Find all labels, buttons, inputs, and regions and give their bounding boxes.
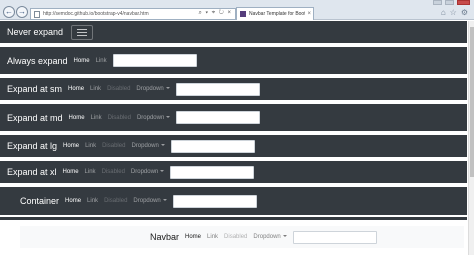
- maximize-button[interactable]: [445, 0, 454, 5]
- search-input[interactable]: [170, 165, 255, 179]
- forward-arrow-icon[interactable]: →: [16, 6, 28, 18]
- nav-link-disabled: Disabled: [102, 143, 126, 149]
- address-bar[interactable]: http://semdoc.github.io/bootstrap-v4/nav…: [30, 8, 236, 20]
- caret-down-icon: [165, 87, 170, 90]
- nav-dropdown-toggle[interactable]: Dropdown: [130, 169, 165, 175]
- navbar-light: Navbar Home Link Disabled Dropdown: [20, 226, 464, 248]
- nav-link[interactable]: Link: [87, 198, 98, 204]
- nav-link[interactable]: Link: [85, 143, 96, 149]
- navbar-expand-xl: Expand at xl Home Link Disabled Dropdown: [0, 161, 467, 183]
- nav-links: Home Link Disabled Dropdown: [185, 234, 293, 240]
- navbar-partial: [0, 217, 467, 220]
- browser-tab[interactable]: Navbar Template for Boots... ×: [236, 7, 314, 20]
- navbar-never-expand: Never expand: [0, 21, 467, 43]
- nav-link-disabled: Disabled: [104, 198, 128, 204]
- caret-down-icon: [160, 144, 165, 147]
- navbar-expand-md: Expand at md Home Link Disabled Dropdown: [0, 104, 467, 131]
- navbar-brand[interactable]: Never expand: [7, 27, 63, 37]
- nav-link[interactable]: Link: [90, 86, 101, 92]
- navbar-container: Container Home Link Disabled Dropdown: [0, 187, 467, 215]
- search-input[interactable]: [112, 54, 197, 67]
- nav-links: Home Link Disabled Dropdown: [69, 115, 177, 121]
- address-url: http://semdoc.github.io/bootstrap-v4/nav…: [43, 11, 149, 17]
- page-content: Never expand Always expand Home Link Exp…: [0, 21, 467, 255]
- tab-title: Navbar Template for Boots...: [249, 11, 306, 17]
- navbar-brand[interactable]: Always expand: [7, 56, 68, 66]
- hamburger-line: [77, 34, 88, 36]
- browser-chrome: ← → http://semdoc.github.io/bootstrap-v4…: [0, 0, 474, 20]
- browser-toolbar-icons: ⌂ ☆ ⚙: [441, 8, 468, 18]
- dropdown-label: Dropdown: [130, 169, 159, 175]
- tab-close-icon[interactable]: ×: [307, 11, 311, 17]
- navbar-brand[interactable]: Expand at lg: [7, 141, 57, 151]
- navbar-toggler-button[interactable]: [71, 24, 94, 40]
- nav-link-home[interactable]: Home: [63, 169, 79, 175]
- nav-dropdown-toggle[interactable]: Dropdown: [253, 234, 287, 240]
- page-icon: [34, 10, 40, 18]
- caret-down-icon: [162, 199, 167, 202]
- navbar-expand-lg: Expand at lg Home Link Disabled Dropdown: [0, 135, 467, 157]
- navbar-always-expand: Always expand Home Link: [0, 47, 467, 74]
- nav-links: Home Link: [74, 58, 113, 64]
- window-controls: [433, 0, 470, 7]
- navbar-brand[interactable]: Navbar: [150, 232, 179, 242]
- dropdown-label: Dropdown: [136, 114, 165, 121]
- nav-link-home[interactable]: Home: [74, 58, 90, 64]
- close-window-button[interactable]: [457, 0, 470, 5]
- home-icon[interactable]: ⌂: [441, 8, 446, 18]
- favorites-star-icon[interactable]: ☆: [450, 8, 457, 18]
- navbar-brand[interactable]: Expand at xl: [7, 167, 57, 177]
- hamburger-line: [77, 31, 88, 33]
- nav-links: Home Link Disabled Dropdown: [63, 169, 171, 175]
- dropdown-label: Dropdown: [253, 234, 281, 240]
- nav-link-disabled: Disabled: [101, 169, 125, 175]
- nav-link[interactable]: Link: [91, 115, 102, 121]
- minimize-button[interactable]: [433, 0, 442, 5]
- caret-down-icon: [160, 170, 165, 173]
- search-input[interactable]: [175, 82, 260, 96]
- search-input[interactable]: [172, 194, 257, 208]
- nav-link-home[interactable]: Home: [68, 86, 84, 92]
- navbar-brand[interactable]: Expand at md: [7, 113, 63, 123]
- nav-link-home[interactable]: Home: [63, 143, 79, 149]
- nav-links: Home Link Disabled Dropdown: [68, 86, 176, 92]
- nav-link-home[interactable]: Home: [185, 234, 201, 240]
- nav-link[interactable]: Link: [85, 169, 96, 175]
- navbar-brand[interactable]: Container: [20, 196, 59, 206]
- nav-links: Home Link Disabled Dropdown: [65, 198, 173, 204]
- settings-gear-icon[interactable]: ⚙: [461, 8, 468, 18]
- nav-dropdown-toggle[interactable]: Dropdown: [136, 114, 171, 121]
- navbar-brand[interactable]: Expand at sm: [7, 84, 62, 94]
- bootstrap-favicon-icon: [240, 11, 246, 17]
- nav-link-home[interactable]: Home: [69, 115, 85, 121]
- dropdown-label: Dropdown: [131, 143, 159, 149]
- nav-link-disabled: Disabled: [107, 114, 131, 121]
- address-tools-icons[interactable]: ⌕ ▾ ⌖ ↻ ×: [199, 10, 233, 17]
- nav-links: Home Link Disabled Dropdown: [63, 143, 171, 149]
- vertical-scrollbar[interactable]: [468, 21, 474, 255]
- nav-dropdown-toggle[interactable]: Dropdown: [133, 198, 167, 204]
- search-input[interactable]: [170, 139, 255, 153]
- nav-link-disabled: Disabled: [224, 234, 248, 240]
- back-arrow-icon[interactable]: ←: [3, 6, 15, 18]
- nav-dropdown-toggle[interactable]: Dropdown: [136, 86, 170, 92]
- navbar-expand-sm: Expand at sm Home Link Disabled Dropdown: [0, 78, 467, 100]
- nav-link-disabled: Disabled: [107, 86, 131, 92]
- scrollbar-thumb[interactable]: [470, 27, 474, 177]
- nav-link[interactable]: Link: [207, 234, 218, 240]
- nav-dropdown-toggle[interactable]: Dropdown: [131, 143, 165, 149]
- caret-down-icon: [282, 235, 287, 238]
- dropdown-label: Dropdown: [136, 86, 164, 92]
- nav-link[interactable]: Link: [96, 58, 107, 64]
- hamburger-line: [77, 28, 88, 30]
- dropdown-label: Dropdown: [133, 198, 161, 204]
- search-input[interactable]: [176, 111, 261, 124]
- nav-link-home[interactable]: Home: [65, 198, 81, 204]
- caret-down-icon: [166, 115, 171, 118]
- search-input[interactable]: [292, 230, 377, 244]
